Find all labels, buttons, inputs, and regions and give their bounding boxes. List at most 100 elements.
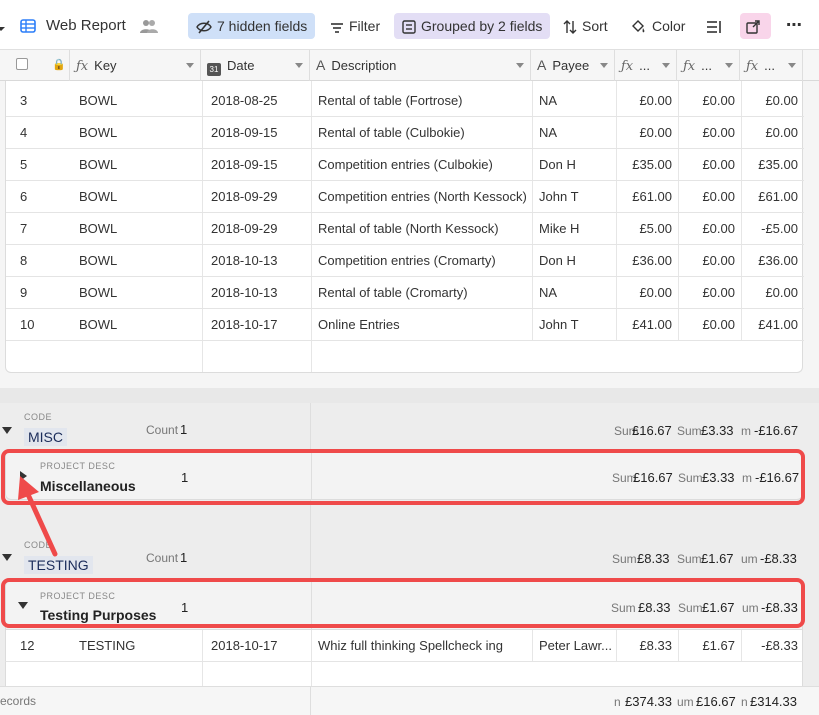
cell-date[interactable]: 2018-09-29 [211,213,306,245]
cell-payee[interactable]: Mike H [539,213,614,245]
cell-key[interactable]: BOWL [79,117,189,149]
cell-formula-3[interactable]: £41.00 [741,309,798,341]
cell-key[interactable]: BOWL [79,181,189,213]
summary-sum-1[interactable]: £374.33 [625,694,672,709]
chevron-down-icon[interactable] [725,63,733,68]
cell-formula-2[interactable]: £0.00 [678,149,735,181]
table-row[interactable]: 6 BOWL 2018-09-29 Competition entries (Nort… [6,181,804,213]
cell-date[interactable]: 2018-08-25 [211,85,306,117]
chevron-down-icon[interactable] [788,63,796,68]
cell-key[interactable]: BOWL [79,245,189,277]
cell-formula-3[interactable]: £0.00 [741,117,798,149]
cell-payee[interactable]: NA [539,85,614,117]
chevron-down-icon[interactable] [516,63,524,68]
cell-description[interactable]: Rental of table (Fortrose) [318,85,530,117]
cell-description[interactable]: Rental of table (Culbokie) [318,117,530,149]
cell-formula-1[interactable]: £36.00 [616,245,672,277]
cell-formula-3[interactable]: -£5.00 [741,213,798,245]
cell-key[interactable]: BOWL [79,213,189,245]
cell-formula-3[interactable]: £61.00 [741,181,798,213]
table-row[interactable]: 7 BOWL 2018-09-29 Rental of table (North Ke… [6,213,804,245]
cell-formula-1[interactable]: £35.00 [616,149,672,181]
view-name[interactable]: Web Report [46,13,126,39]
cell-description[interactable]: Whiz full thinking Spellcheck ing [318,630,530,662]
cell-formula-1[interactable]: £61.00 [616,181,672,213]
cell-description[interactable]: Competition entries (Culbokie) [318,149,530,181]
column-header-payee[interactable]: A Payee [531,50,615,81]
cell-date[interactable]: 2018-09-15 [211,149,306,181]
chevron-down-icon[interactable] [662,63,670,68]
cell-date[interactable]: 2018-10-17 [211,309,306,341]
collaborators-icon[interactable] [140,13,163,39]
summary-sum-2[interactable]: £16.67 [696,694,736,709]
more-options-icon[interactable]: ⋯ [786,13,802,39]
cell-payee[interactable]: Don H [539,245,614,277]
cell-date[interactable]: 2018-10-13 [211,277,306,309]
cell-key[interactable]: BOWL [79,277,189,309]
add-row-area[interactable] [5,662,803,686]
chevron-down-icon[interactable] [295,63,303,68]
select-all-checkbox[interactable] [16,58,28,70]
cell-date[interactable]: 2018-09-29 [211,181,306,213]
table-row[interactable]: 8 BOWL 2018-10-13 Competition entries (Crom… [6,245,804,277]
group-value-misc[interactable]: MISC [24,428,67,446]
cell-formula-2[interactable]: £0.00 [678,181,735,213]
table-row[interactable]: 12 TESTING 2018-10-17 Whiz full thinking… [5,630,803,662]
cell-formula-2[interactable]: £0.00 [678,117,735,149]
cell-key[interactable]: BOWL [79,85,189,117]
cell-formula-2[interactable]: £1.67 [678,630,735,662]
summary-sum-3[interactable]: £314.33 [750,694,797,709]
cell-date[interactable]: 2018-09-15 [211,117,306,149]
row-height-icon[interactable] [706,13,727,39]
view-switcher-caret[interactable] [0,13,11,39]
cell-payee[interactable]: John T [539,309,614,341]
cell-date[interactable]: 2018-10-17 [211,630,278,662]
group-button[interactable]: Grouped by 2 fields [394,13,551,39]
share-view-button[interactable] [740,13,771,39]
column-header-formula-2[interactable]: ƒx... [677,50,740,81]
cell-payee[interactable]: Don H [539,149,614,181]
cell-formula-2[interactable]: £0.00 [678,309,735,341]
cell-description[interactable]: Rental of table (Cromarty) [318,277,530,309]
cell-payee[interactable]: John T [539,181,614,213]
table-row[interactable]: 4 BOWL 2018-09-15 Rental of table (Culbokie… [6,117,804,149]
column-header-date[interactable]: 31 Date [201,50,310,81]
cell-formula-3[interactable]: £35.00 [741,149,798,181]
cell-formula-3[interactable]: £0.00 [741,277,798,309]
cell-payee[interactable]: Peter Lawr... [539,630,614,662]
cell-formula-1[interactable]: £8.33 [616,630,672,662]
filter-button[interactable]: Filter [322,13,388,39]
cell-key[interactable]: BOWL [79,149,189,181]
column-header-formula-1[interactable]: ƒx... [615,50,677,81]
column-header-description[interactable]: A Description [310,50,531,81]
cell-payee[interactable]: NA [539,117,614,149]
hidden-fields-button[interactable]: 7 hidden fields [188,13,316,39]
table-row[interactable]: 5 BOWL 2018-09-15 Competition entries (Culb… [6,149,804,181]
cell-formula-1[interactable]: £0.00 [616,85,672,117]
cell-key[interactable]: BOWL [79,309,189,341]
cell-description[interactable]: Rental of table (North Kessock) [318,213,530,245]
cell-formula-2[interactable]: £0.00 [678,85,735,117]
collapse-group-icon[interactable] [2,427,12,434]
color-button[interactable]: Color [623,13,693,39]
cell-formula-1[interactable]: £0.00 [616,277,672,309]
column-header-formula-3[interactable]: ƒx... [740,50,803,81]
row-select-header[interactable]: 🔒 [0,50,70,81]
cell-formula-2[interactable]: £0.00 [678,245,735,277]
cell-formula-1[interactable]: £0.00 [616,117,672,149]
column-header-key[interactable]: ƒx Key [70,50,201,81]
sort-button[interactable]: Sort [555,13,616,39]
cell-formula-1[interactable]: £41.00 [616,309,672,341]
cell-formula-2[interactable]: £0.00 [678,277,735,309]
cell-formula-3[interactable]: £36.00 [741,245,798,277]
table-row[interactable]: 10 BOWL 2018-10-17 Online Entries John T £41.… [6,309,804,341]
chevron-down-icon[interactable] [600,63,608,68]
table-row[interactable]: 3 BOWL 2018-08-25 Rental of table (Fortrose… [6,85,804,117]
cell-formula-3[interactable]: -£8.33 [741,630,798,662]
cell-description[interactable]: Online Entries [318,309,530,341]
cell-description[interactable]: Competition entries (Cromarty) [318,245,530,277]
cell-formula-2[interactable]: £0.00 [678,213,735,245]
cell-key[interactable]: TESTING [79,630,135,662]
cell-date[interactable]: 2018-10-13 [211,245,306,277]
table-row[interactable]: 9 BOWL 2018-10-13 Rental of table (Cromarty… [6,277,804,309]
